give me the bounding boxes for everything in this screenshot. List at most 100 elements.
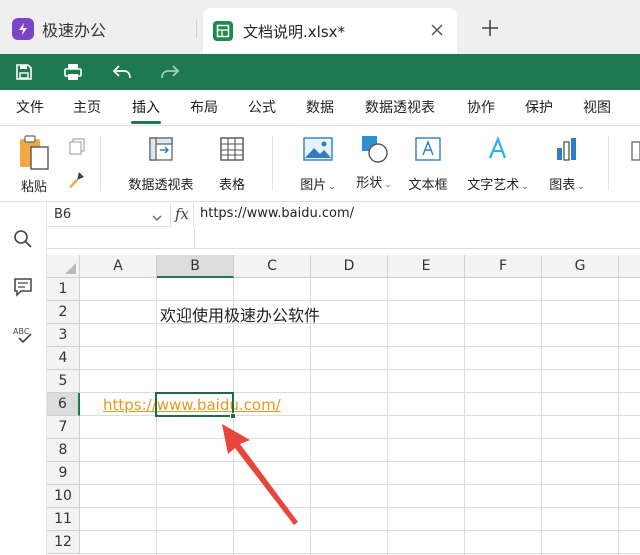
paste-icon [20,135,49,170]
quick-access-toolbar [0,54,640,90]
row-header-4[interactable]: 4 [47,347,80,370]
column-header-c[interactable]: C [234,255,311,278]
selected-cell-b6[interactable] [155,392,234,417]
new-tab-plus-icon[interactable] [478,16,502,40]
menu-protect[interactable]: 保护 [525,97,553,117]
table-icon [220,137,244,161]
wordart-label-text: 文字艺术 [467,178,520,193]
tab-bar: 极速办公 文档说明.xlsx* [0,0,640,54]
row-header-2[interactable]: 2 [47,301,80,324]
app-tab-label: 极速办公 [42,21,107,40]
column-header-b[interactable]: B [157,255,234,278]
spellcheck-icon[interactable]: ABC [12,324,34,346]
file-tab[interactable]: 文档说明.xlsx* [203,8,457,54]
chart-label: 图表 ⌄ [545,174,589,193]
column-header-e[interactable]: E [388,255,465,278]
comment-icon[interactable] [12,276,34,298]
spreadsheet-icon [213,21,233,41]
menu-pivot-table[interactable]: 数据透视表 [365,97,435,117]
redo-icon[interactable] [158,60,182,84]
search-icon[interactable] [12,228,34,250]
function-fx-button[interactable]: fx [170,203,194,227]
paste-label: 粘贴 [20,180,47,195]
name-box-value: B6 [54,207,72,222]
wordart-icon [488,136,507,159]
table-button[interactable]: 表格 [212,136,252,193]
row-header-3[interactable]: 3 [47,324,80,347]
name-box[interactable]: B6 [47,203,169,227]
row-header-12[interactable]: 12 [47,531,80,554]
red-arrow-annotation [222,424,298,525]
menu-data[interactable]: 数据 [306,97,334,117]
svg-text:ABC: ABC [13,327,30,336]
row-header-9[interactable]: 9 [47,462,80,485]
chart-icon [557,138,576,161]
textbox-icon [415,137,441,161]
chevron-down-icon: ⌄ [577,182,585,192]
row-header-1[interactable]: 1 [47,278,80,301]
pivot-table-icon [149,137,173,161]
file-tab-label: 文档说明.xlsx* [243,22,346,41]
shape-button[interactable]: 形状 ⌄ [352,134,396,191]
chevron-down-icon: ⌄ [384,180,392,190]
pivot-table-button[interactable]: 数据透视表 [124,136,198,193]
ribbon-separator [608,136,609,190]
ribbon-separator [100,136,101,190]
formula-input[interactable]: https://www.baidu.com/ [200,206,354,221]
menu-bar: 文件 主页 插入 布局 公式 数据 数据透视表 协作 保护 视图 [0,90,640,126]
formula-bar-divider [195,248,640,249]
chevron-down-icon[interactable] [151,209,163,221]
menu-layout[interactable]: 布局 [190,97,218,117]
shape-label: 形状 ⌄ [352,172,396,191]
column-header-g[interactable]: G [542,255,619,278]
menu-insert[interactable]: 插入 [132,97,160,117]
left-sidebar: ABC [0,202,47,555]
copy-icon[interactable] [68,138,86,160]
chart-button[interactable]: 图表 ⌄ [545,136,589,193]
textbox-button[interactable]: 文本框 [406,136,450,193]
column-header-next[interactable] [619,255,640,278]
row-header-8[interactable]: 8 [47,439,80,462]
picture-label: 图片 ⌄ [296,174,340,193]
row-header-11[interactable]: 11 [47,508,80,531]
row-header-7[interactable]: 7 [47,416,80,439]
shape-icon [362,136,388,163]
menu-formula[interactable]: 公式 [248,97,276,117]
cell-b2[interactable]: 欢迎使用极速办公软件 [160,302,320,326]
spreadsheet-grid[interactable]: A B C D E F G 1 2 3 4 5 6 7 8 9 10 11 12… [47,255,640,555]
shape-label-text: 形状 [356,176,383,191]
column-header-f[interactable]: F [465,255,542,278]
column-header-a[interactable]: A [80,255,157,278]
ribbon-separator [272,136,273,190]
fill-handle[interactable] [230,413,236,419]
chart-label-text: 图表 [549,178,576,193]
print-icon[interactable] [61,60,85,84]
wordart-button[interactable]: 文字艺术 ⌄ [464,136,532,193]
menu-file[interactable]: 文件 [16,97,44,117]
picture-label-text: 图片 [300,178,327,193]
paste-button[interactable]: 粘贴 [12,134,56,195]
chevron-down-icon: ⌄ [521,182,529,192]
menu-collaborate[interactable]: 协作 [467,97,495,117]
picture-icon [303,137,333,161]
ribbon-toolbar: 粘贴 数据透视表 表格 图片 ⌄ 形状 ⌄ 文本框 文字艺术 ⌄ 图表 ⌄ [0,126,640,202]
row-header-5[interactable]: 5 [47,370,80,393]
save-icon[interactable] [12,60,36,84]
undo-icon[interactable] [110,60,134,84]
picture-button[interactable]: 图片 ⌄ [296,136,340,193]
row-header-10[interactable]: 10 [47,485,80,508]
table-label: 表格 [218,178,245,193]
app-tab[interactable]: 极速办公 [12,14,106,44]
more-ribbon-icon[interactable] [630,140,640,168]
close-tab-icon[interactable] [427,20,447,40]
tab-separator [196,20,197,38]
chevron-down-icon: ⌄ [328,182,336,192]
pivot-table-label: 数据透视表 [128,178,194,193]
menu-home[interactable]: 主页 [73,97,101,117]
row-header-6[interactable]: 6 [47,393,80,416]
format-painter-icon[interactable] [66,170,86,194]
formula-bar-spacer [47,227,195,249]
menu-view[interactable]: 视图 [583,97,611,117]
column-header-d[interactable]: D [311,255,388,278]
select-all-corner[interactable] [47,255,80,278]
